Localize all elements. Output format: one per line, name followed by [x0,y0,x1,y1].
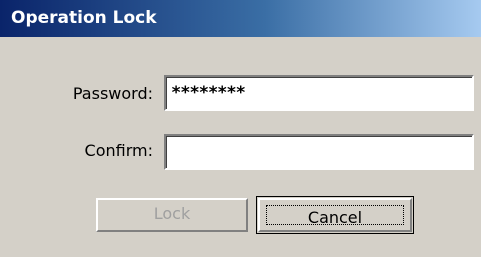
title-bar[interactable]: Operation Lock [0,0,481,37]
password-label: Password: [72,84,153,103]
operation-lock-dialog: Operation Lock Password: ******** Confir… [0,0,491,257]
confirm-label: Confirm: [84,141,153,160]
lock-button-label: Lock [153,204,191,223]
dialog-title: Operation Lock [11,8,157,28]
cancel-button-label: Cancel [307,208,363,227]
cancel-button-focus-rect: Cancel [266,205,404,227]
confirm-field[interactable] [164,134,474,170]
lock-button[interactable]: Lock [96,198,248,232]
cancel-button-bevel: Cancel [258,198,412,232]
background-edge [481,0,491,257]
password-field[interactable]: ******** [164,75,474,111]
cancel-button[interactable]: Cancel [256,196,414,234]
password-value: ******** [171,83,246,103]
